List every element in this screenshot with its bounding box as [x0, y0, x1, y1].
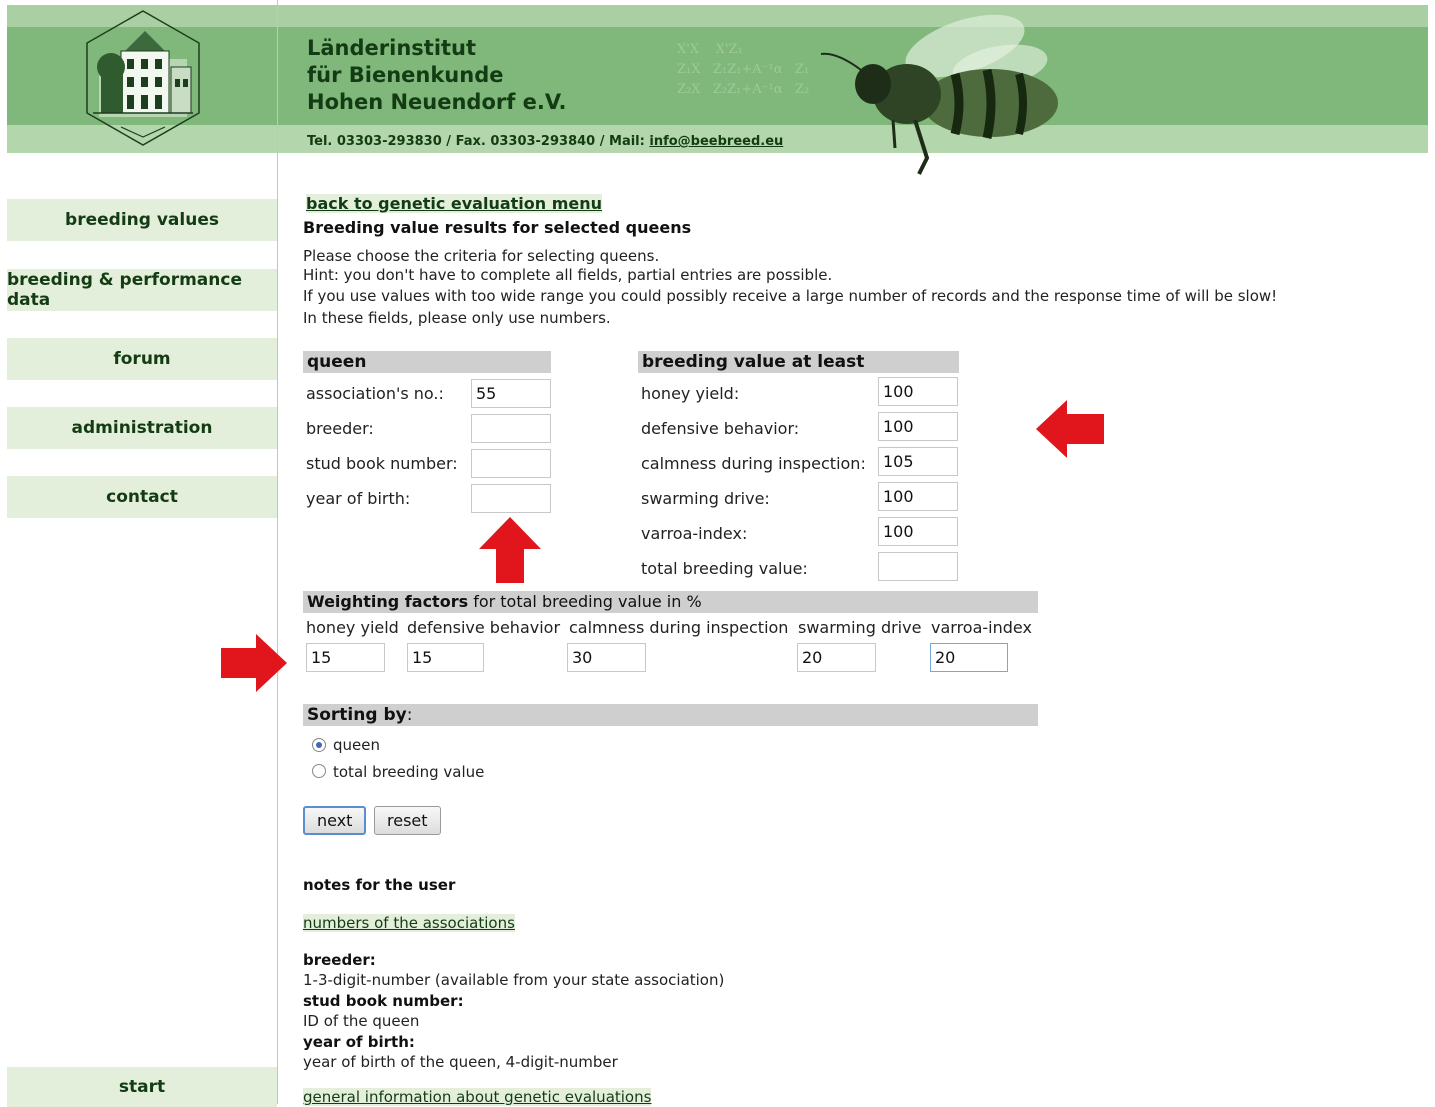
varroa-index-input[interactable] [878, 517, 958, 546]
weight-defensive-behavior-input[interactable] [407, 643, 484, 672]
breeding-value-section-header: breeding value at least [638, 351, 959, 373]
nav-forum[interactable]: forum [7, 338, 277, 380]
red-arrow-up-icon [479, 517, 541, 583]
intro-line-2: Hint: you don't have to complete all fie… [303, 266, 833, 284]
nav-start[interactable]: start [7, 1067, 277, 1107]
weighting-header-bold: Weighting factors [307, 592, 469, 611]
calmness-input[interactable] [878, 447, 958, 476]
weight-col-varroa-index: varroa-index [931, 618, 1032, 637]
bee-icon [820, 14, 1058, 175]
stud-book-input[interactable] [471, 449, 551, 478]
title-line-2: für Bienenkunde [307, 63, 504, 87]
weight-swarming-drive-input[interactable] [797, 643, 876, 672]
assoc-no-input[interactable] [471, 379, 551, 408]
intro-line-3: If you use values with too wide range yo… [303, 287, 1278, 305]
intro-line-4: In these fields, please only use numbers… [303, 309, 611, 327]
weight-col-calmness: calmness during inspection [569, 618, 789, 637]
associations-link[interactable]: numbers of the associations [303, 914, 515, 932]
institute-logo-icon [86, 10, 200, 146]
weight-calmness-input[interactable] [567, 643, 646, 672]
defensive-behavior-label: defensive behavior: [641, 419, 800, 438]
red-arrow-right-icon [221, 634, 287, 692]
weight-col-defensive-behavior: defensive behavior [407, 618, 561, 637]
note-stud-desc: ID of the queen [303, 1012, 420, 1030]
nav-administration[interactable]: administration [7, 407, 277, 449]
general-info-link[interactable]: general information about genetic evalua… [303, 1088, 652, 1106]
varroa-index-label: varroa-index: [641, 524, 748, 543]
nav-breeding-values[interactable]: breeding values [7, 199, 277, 241]
weight-varroa-index-input[interactable] [930, 643, 1008, 672]
contact-line: Tel. 03303-293830 / Fax. 03303-293840 / … [307, 134, 783, 149]
page-title: Breeding value results for selected quee… [303, 218, 692, 237]
contact-email-link[interactable]: info@beebreed.eu [649, 134, 783, 149]
queen-section-header: queen [303, 351, 551, 373]
total-breeding-value-label: total breeding value: [641, 559, 808, 578]
note-breeder-term: breeder: [303, 951, 376, 969]
assoc-no-label: association's no.: [306, 384, 444, 403]
sort-total-label[interactable]: total breeding value [333, 763, 484, 781]
note-breeder-desc: 1-3-digit-number (available from your st… [303, 971, 725, 989]
weighting-header-rest: for total breeding value in % [468, 592, 702, 611]
intro-line-1: Please choose the criteria for selecting… [303, 247, 660, 265]
sorting-header-colon: : [406, 705, 413, 725]
reset-button[interactable]: reset [374, 806, 441, 835]
honey-yield-input[interactable] [878, 377, 958, 406]
year-of-birth-label: year of birth: [306, 489, 411, 508]
formula-watermark: X'X X'Z₁ Z₁X Z₁Z₁+A⁻¹α Z₁ Z₂X Z₂Z₁+A⁻¹α … [677, 42, 810, 97]
year-of-birth-input[interactable] [471, 484, 551, 513]
note-year-desc: year of birth of the queen, 4-digit-numb… [303, 1053, 618, 1071]
next-button[interactable]: next [303, 806, 367, 835]
nav-contact[interactable]: contact [7, 476, 277, 518]
calmness-label: calmness during inspection: [641, 454, 866, 473]
header-band-top [7, 5, 1428, 27]
red-arrow-left-icon [1036, 400, 1104, 458]
total-breeding-value-input[interactable] [878, 552, 958, 581]
back-link[interactable]: back to genetic evaluation menu [306, 194, 603, 213]
sorting-header-label: Sorting by [307, 705, 407, 725]
note-stud-term: stud book number: [303, 992, 464, 1010]
swarming-drive-input[interactable] [878, 482, 958, 511]
nav-breeding-performance-data[interactable]: breeding & performance data [7, 269, 277, 311]
defensive-behavior-input[interactable] [878, 412, 958, 441]
swarming-drive-label: swarming drive: [641, 489, 770, 508]
sort-queen-radio[interactable] [312, 738, 326, 752]
weighting-section-header: Weighting factors for total breeding val… [303, 591, 1038, 613]
institute-title: Länderinstitut für Bienenkunde Hohen Neu… [307, 35, 566, 116]
weight-honey-yield-input[interactable] [306, 643, 385, 672]
sort-total-radio[interactable] [312, 764, 326, 778]
note-year-term: year of birth: [303, 1033, 415, 1051]
breeder-input[interactable] [471, 414, 551, 443]
column-divider [277, 0, 278, 1104]
site-header: Länderinstitut für Bienenkunde Hohen Neu… [7, 5, 1428, 175]
contact-phone-fax: Tel. 03303-293830 / Fax. 03303-293840 / … [307, 134, 650, 149]
weight-col-swarming-drive: swarming drive [798, 618, 922, 637]
breeder-label: breeder: [306, 419, 374, 438]
notes-heading: notes for the user [303, 876, 456, 894]
sorting-section-header: Sorting by: [303, 704, 1038, 726]
stud-book-label: stud book number: [306, 454, 458, 473]
honey-yield-label: honey yield: [641, 384, 740, 403]
sort-queen-label[interactable]: queen [333, 736, 380, 754]
weight-col-honey-yield: honey yield [306, 618, 399, 637]
title-line-3: Hohen Neuendorf e.V. [307, 90, 567, 114]
title-line-1: Länderinstitut [307, 36, 477, 60]
